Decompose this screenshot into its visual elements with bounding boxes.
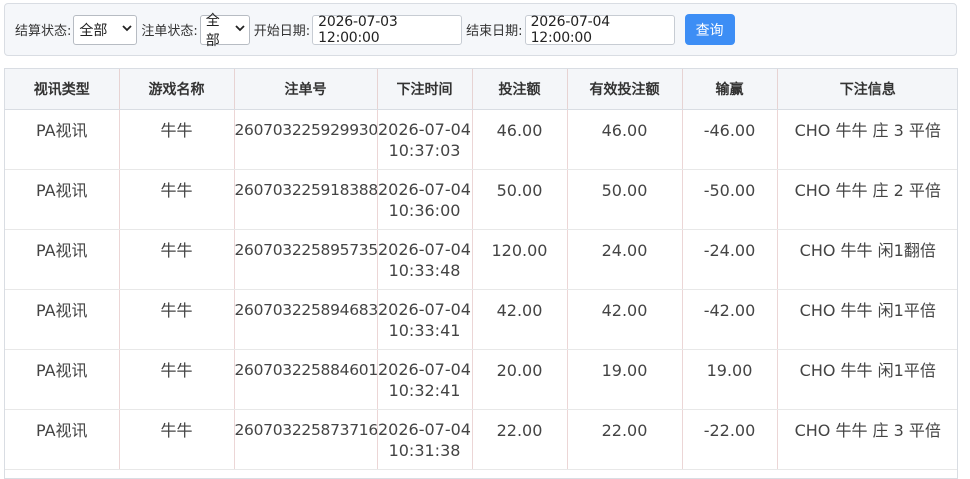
cell-valid-amount: 50.00 xyxy=(567,169,683,230)
cell-valid-amount: 22.00 xyxy=(567,409,683,470)
cell-bet-date: 2026-07-04 xyxy=(378,420,471,439)
cell-type: PA视讯 xyxy=(5,289,120,350)
settle-status-select[interactable]: 全部 xyxy=(73,14,138,45)
chevron-down-icon xyxy=(122,24,133,35)
cell-bet-info: CHO 牛牛 庄 2 平倍 xyxy=(777,169,957,230)
cell-bet-amount: 120.00 xyxy=(472,229,568,290)
cell-bet-amount: 46.00 xyxy=(472,109,568,170)
col-header-type: 视讯类型 xyxy=(5,69,120,110)
cell-bet-clock: 10:33:48 xyxy=(388,261,461,280)
table-row: PA视讯 牛牛 260703225894683 2026-07-04 10:33:… xyxy=(5,289,957,350)
col-header-game: 游戏名称 xyxy=(119,69,235,110)
table-row: PA视讯 牛牛 260703225884601 2026-07-04 10:32:… xyxy=(5,349,957,410)
cell-bet-info: CHO 牛牛 闲1平倍 xyxy=(777,349,957,410)
order-status-label: 注单状态: xyxy=(141,24,198,39)
cell-win-loss: 19.00 xyxy=(682,349,778,410)
start-date-input[interactable]: 2026-07-03 12:00:00 xyxy=(312,14,463,46)
table-row: PA视讯 牛牛 260703225895735 2026-07-04 10:33:… xyxy=(5,229,957,290)
col-header-bet-amount: 投注额 xyxy=(472,69,568,110)
cell-type: PA视讯 xyxy=(5,409,120,470)
cell-bet-info: CHO 牛牛 庄 3 平倍 xyxy=(777,109,957,170)
end-date-label: 结束日期: xyxy=(466,24,523,39)
cell-bet-date: 2026-07-04 xyxy=(378,120,471,139)
cell-bet-time: 2026-07-04 10:33:48 xyxy=(377,229,473,290)
cell-win-loss: -46.00 xyxy=(682,109,778,170)
cell-bet-clock: 10:36:00 xyxy=(388,201,461,220)
cell-bet-amount: 20.00 xyxy=(472,349,568,410)
cell-win-loss: -22.00 xyxy=(682,409,778,470)
cell-bet-amount: 50.00 xyxy=(472,169,568,230)
settle-status-value: 全部 xyxy=(79,22,108,39)
start-date-label: 开始日期: xyxy=(253,24,311,39)
cell-game: 牛牛 xyxy=(119,409,235,470)
cell-valid-amount: 42.00 xyxy=(567,289,683,350)
cell-valid-amount: 46.00 xyxy=(567,109,683,170)
cell-bet-info: CHO 牛牛 庄 3 平倍 xyxy=(777,409,957,470)
table-header-row: 视讯类型 游戏名称 注单号 下注时间 投注额 有效投注额 输赢 下注信息 xyxy=(5,69,957,110)
cell-game: 牛牛 xyxy=(119,109,235,170)
cell-bet-amount: 22.00 xyxy=(472,409,568,470)
cell-bet-date: 2026-07-04 xyxy=(378,360,471,379)
cell-bet-time: 2026-07-04 10:37:03 xyxy=(377,109,473,170)
cell-bet-info: CHO 牛牛 闲1平倍 xyxy=(777,289,957,350)
col-header-bet-info: 下注信息 xyxy=(777,69,957,110)
cell-bet-date: 2026-07-04 xyxy=(378,240,471,259)
cell-type: PA视讯 xyxy=(5,349,120,410)
order-status-select[interactable]: 全部 xyxy=(199,13,250,49)
cell-game: 牛牛 xyxy=(119,349,235,410)
cell-bet-amount: 42.00 xyxy=(472,289,568,350)
cell-bet-time: 2026-07-04 10:31:38 xyxy=(377,409,473,470)
cell-win-loss: -24.00 xyxy=(682,229,778,290)
cell-bet-clock: 10:31:38 xyxy=(388,441,461,460)
col-header-bet-time: 下注时间 xyxy=(377,69,473,110)
cell-bet-id: 260703225884601 xyxy=(234,349,378,410)
query-button[interactable]: 查询 xyxy=(684,14,735,45)
cell-win-loss: -42.00 xyxy=(682,289,778,350)
filter-bar: 结算状态: 全部 注单状态: 全部 开始日期: 2026-07-03 12:00… xyxy=(4,3,957,56)
cell-bet-time: 2026-07-04 10:32:41 xyxy=(377,349,473,410)
order-status-value: 全部 xyxy=(205,12,220,49)
cell-game: 牛牛 xyxy=(119,289,235,350)
cell-bet-id: 260703225929930 xyxy=(234,109,378,170)
end-date-input[interactable]: 2026-07-04 12:00:00 xyxy=(524,14,675,46)
settle-status-label: 结算状态: xyxy=(15,24,72,39)
col-header-valid-amount: 有效投注额 xyxy=(567,69,683,110)
bet-records-table: 视讯类型 游戏名称 注单号 下注时间 投注额 有效投注额 输赢 下注信息 PA视… xyxy=(4,68,958,479)
cell-type: PA视讯 xyxy=(5,169,120,230)
table-row: PA视讯 牛牛 260703225918388 2026-07-04 10:36:… xyxy=(5,169,957,230)
cell-bet-id: 260703225894683 xyxy=(234,289,378,350)
chevron-down-icon xyxy=(235,24,245,35)
cell-bet-clock: 10:33:41 xyxy=(388,321,461,340)
cell-valid-amount: 24.00 xyxy=(567,229,683,290)
cell-bet-date: 2026-07-04 xyxy=(378,180,471,199)
cell-bet-info: CHO 牛牛 闲1翻倍 xyxy=(777,229,957,290)
cell-game: 牛牛 xyxy=(119,169,235,230)
cell-bet-id: 260703225895735 xyxy=(234,229,378,290)
cell-bet-time: 2026-07-04 10:33:41 xyxy=(377,289,473,350)
cell-game: 牛牛 xyxy=(119,229,235,290)
cell-bet-clock: 10:32:41 xyxy=(388,381,461,400)
col-header-bet-id: 注单号 xyxy=(234,69,378,110)
cell-win-loss: -50.00 xyxy=(682,169,778,230)
table-row: PA视讯 牛牛 260703225873716 2026-07-04 10:31:… xyxy=(5,409,957,470)
table-row: PA视讯 牛牛 260703225929930 2026-07-04 10:37:… xyxy=(5,109,957,170)
col-header-win-loss: 输赢 xyxy=(682,69,778,110)
cell-bet-id: 260703225918388 xyxy=(234,169,378,230)
cell-bet-id: 260703225873716 xyxy=(234,409,378,470)
cell-bet-clock: 10:37:03 xyxy=(388,141,461,160)
cell-valid-amount: 19.00 xyxy=(567,349,683,410)
cell-bet-date: 2026-07-04 xyxy=(378,300,471,319)
cell-type: PA视讯 xyxy=(5,229,120,290)
cell-type: PA视讯 xyxy=(5,109,120,170)
cell-bet-time: 2026-07-04 10:36:00 xyxy=(377,169,473,230)
